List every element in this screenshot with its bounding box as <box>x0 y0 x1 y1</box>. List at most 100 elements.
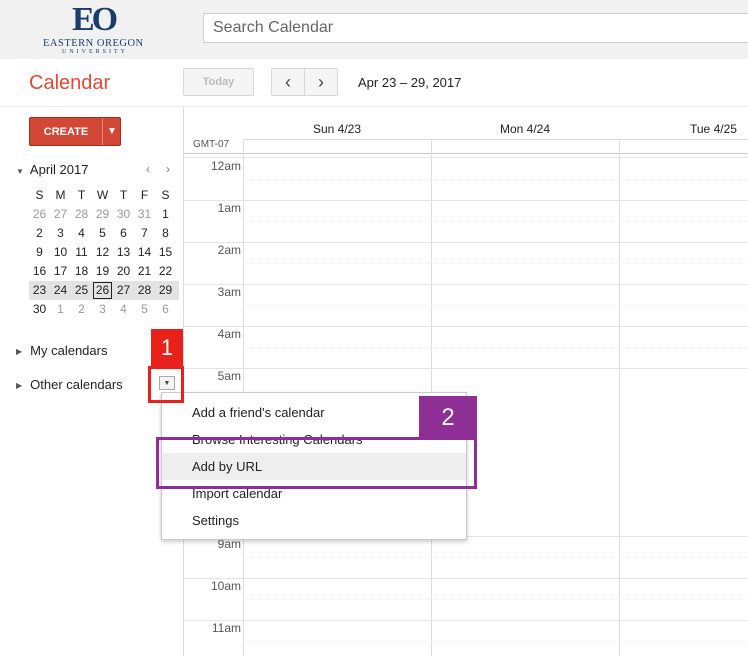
mini-day[interactable]: 18 <box>71 262 92 281</box>
search-box[interactable] <box>203 13 748 43</box>
university-logo[interactable]: EO EASTERN OREGON UNIVERSITY <box>40 0 160 58</box>
weekday-label: T <box>77 188 86 202</box>
mini-week-row: 2 3 4 5 6 7 8 <box>29 224 179 243</box>
mini-calendar-header[interactable]: ▼ April 2017 <box>16 162 88 177</box>
menu-item-settings[interactable]: Settings <box>162 507 466 534</box>
hour-label: 4am <box>217 327 241 341</box>
top-bar: EO EASTERN OREGON UNIVERSITY <box>0 0 748 59</box>
half-hour-line <box>243 641 748 642</box>
half-hour-line <box>243 557 748 558</box>
mini-day[interactable]: 31 <box>134 205 155 224</box>
mini-day-today[interactable]: 26 <box>92 281 113 300</box>
mini-day[interactable]: 4 <box>113 300 134 319</box>
mini-day[interactable]: 19 <box>92 262 113 281</box>
mini-day[interactable]: 20 <box>113 262 134 281</box>
mini-day[interactable]: 5 <box>134 300 155 319</box>
hour-line <box>243 284 748 285</box>
create-dropdown-icon[interactable]: ▼ <box>103 118 121 145</box>
mini-day[interactable]: 29 <box>155 281 176 300</box>
my-calendars-section[interactable]: ▶ My calendars <box>16 343 107 358</box>
mini-day[interactable]: 10 <box>50 243 71 262</box>
mini-day[interactable]: 25 <box>71 281 92 300</box>
mini-day[interactable]: 21 <box>134 262 155 281</box>
hour-label: 3am <box>217 285 241 299</box>
step-1-highlight <box>148 366 184 403</box>
mini-day[interactable]: 2 <box>29 224 50 243</box>
mini-week-row: 26 27 28 29 30 31 1 <box>29 205 179 224</box>
step-1-badge: 1 <box>151 329 183 367</box>
day-header-sun[interactable]: Sun 4/23 <box>243 122 431 136</box>
mini-day[interactable]: 12 <box>92 243 113 262</box>
half-hour-line <box>243 347 748 348</box>
mini-day[interactable]: 28 <box>71 205 92 224</box>
day-header-tue[interactable]: Tue 4/25 <box>619 122 748 136</box>
create-button[interactable]: CREATE ▼ <box>29 117 121 146</box>
mini-day[interactable]: 23 <box>29 281 50 300</box>
all-day-row[interactable] <box>243 139 748 153</box>
mini-day[interactable]: 24 <box>50 281 71 300</box>
weekday-label: S <box>161 188 170 202</box>
mini-day[interactable]: 17 <box>50 262 71 281</box>
mini-day[interactable]: 11 <box>71 243 92 262</box>
mini-day[interactable]: 2 <box>71 300 92 319</box>
other-calendars-section[interactable]: ▶ Other calendars <box>16 377 123 392</box>
logo-name: EASTERN OREGON <box>43 38 144 49</box>
mini-day[interactable]: 22 <box>155 262 176 281</box>
mini-day[interactable]: 9 <box>29 243 50 262</box>
other-calendars-label: Other calendars <box>30 377 123 392</box>
hour-label: 10am <box>210 579 241 593</box>
timezone-label: GMT-07 <box>193 139 230 150</box>
mini-day[interactable]: 6 <box>113 224 134 243</box>
mini-calendar: S M T W T F S 26 27 28 29 30 31 1 2 3 4 … <box>29 186 179 319</box>
all-day-separator <box>184 153 748 158</box>
mini-prev-month-icon[interactable]: ‹ <box>146 162 150 176</box>
mini-day[interactable]: 14 <box>134 243 155 262</box>
next-week-button[interactable]: › <box>304 68 338 96</box>
step-2-badge: 2 <box>419 396 477 440</box>
hour-line <box>243 200 748 201</box>
step-2-highlight <box>156 437 477 489</box>
mini-day[interactable]: 13 <box>113 243 134 262</box>
create-label[interactable]: CREATE <box>30 118 102 145</box>
mini-day[interactable]: 15 <box>155 243 176 262</box>
mini-day[interactable]: 30 <box>29 300 50 319</box>
mini-day[interactable]: 5 <box>92 224 113 243</box>
mini-day[interactable]: 27 <box>113 281 134 300</box>
mini-day[interactable]: 3 <box>50 224 71 243</box>
hour-line <box>243 242 748 243</box>
prev-week-button[interactable]: ‹ <box>271 68 305 96</box>
mini-day[interactable]: 8 <box>155 224 176 243</box>
half-hour-line <box>243 599 748 600</box>
hour-line <box>243 578 748 579</box>
mini-day[interactable]: 7 <box>134 224 155 243</box>
logo-subtitle: UNIVERSITY <box>62 49 128 55</box>
mini-week-row-current: 23 24 25 26 27 28 29 <box>29 281 179 300</box>
mini-next-month-icon[interactable]: › <box>166 162 170 176</box>
mini-day[interactable]: 6 <box>155 300 176 319</box>
mini-week-row: 30 1 2 3 4 5 6 <box>29 300 179 319</box>
mini-day[interactable]: 1 <box>155 205 176 224</box>
mini-week-row: 9 10 11 12 13 14 15 <box>29 243 179 262</box>
today-button[interactable]: Today <box>183 68 254 96</box>
mini-day[interactable]: 28 <box>134 281 155 300</box>
my-calendars-label: My calendars <box>30 343 108 358</box>
hour-line <box>243 620 748 621</box>
mini-day[interactable]: 26 <box>29 205 50 224</box>
hour-label: 11am <box>211 621 241 635</box>
mini-day[interactable]: 4 <box>71 224 92 243</box>
weekday-label: M <box>55 188 66 202</box>
half-hour-line <box>243 263 748 264</box>
mini-day[interactable]: 30 <box>113 205 134 224</box>
mini-week-row: 16 17 18 19 20 21 22 <box>29 262 179 281</box>
search-input[interactable] <box>213 19 748 37</box>
hour-label: 1am <box>217 201 241 215</box>
collapse-triangle-icon: ▼ <box>16 167 24 176</box>
mini-day[interactable]: 3 <box>92 300 113 319</box>
day-header-mon[interactable]: Mon 4/24 <box>431 122 619 136</box>
mini-day[interactable]: 27 <box>50 205 71 224</box>
mini-day[interactable]: 29 <box>92 205 113 224</box>
mini-day[interactable]: 16 <box>29 262 50 281</box>
hour-label: 12am <box>210 159 241 173</box>
mini-day[interactable]: 1 <box>50 300 71 319</box>
header-divider <box>0 106 748 107</box>
